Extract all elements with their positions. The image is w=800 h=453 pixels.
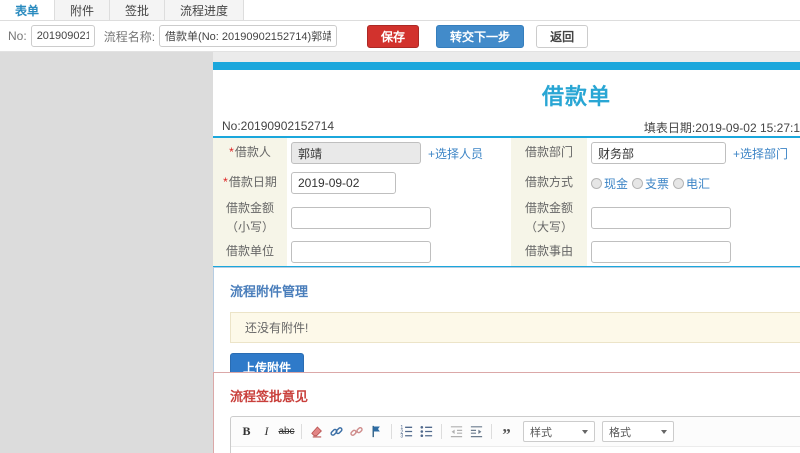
italic-icon[interactable]: I [257, 422, 276, 441]
no-attachments-message: 还没有附件! [230, 312, 800, 343]
link-icon[interactable] [327, 422, 346, 441]
radio-wire[interactable]: 电汇 [673, 175, 710, 192]
loan-reason-label: 借款事由 [524, 244, 573, 259]
rich-text-editor: B I abc 123 ” 样式 格式 [230, 416, 800, 453]
unlink-icon[interactable] [347, 422, 366, 441]
radio-wire-circle-icon[interactable] [673, 177, 685, 189]
loan-unit-label-cell: 借款单位 [213, 238, 287, 266]
unordered-list-icon[interactable] [417, 422, 436, 441]
chevron-down-icon [582, 429, 588, 434]
toolbar-separator [491, 424, 492, 439]
amount-lower-label-cell: 借款金额（小写） [213, 198, 287, 238]
borrower-label: 借款人 [234, 145, 271, 160]
loan-unit-input-cell [287, 238, 511, 266]
strikethrough-icon[interactable]: abc [277, 422, 296, 441]
department-label-cell: 借款部门 [511, 138, 587, 168]
style-dropdown[interactable]: 样式 [523, 421, 595, 442]
select-person-link[interactable]: +选择人员 [428, 145, 483, 162]
editor-content-area[interactable] [231, 447, 800, 453]
select-department-link[interactable]: +选择部门 [733, 145, 788, 162]
amount-lower-input[interactable] [291, 207, 431, 229]
loan-method-label: 借款方式 [524, 175, 573, 190]
outdent-icon[interactable] [447, 422, 466, 441]
toolbar-separator [301, 424, 302, 439]
radio-cash-circle-icon[interactable] [591, 177, 602, 189]
loan-unit-label: 借款单位 [225, 244, 274, 259]
blockquote-icon[interactable]: ” [497, 422, 516, 443]
svg-text:3: 3 [400, 434, 403, 439]
borrower-input-cell: +选择人员 [287, 138, 511, 168]
loan-method-label-cell: 借款方式 [511, 168, 587, 198]
radio-cheque[interactable]: 支票 [632, 175, 669, 192]
fill-date: 填表日期:2019-09-02 15:27:1 [643, 121, 800, 135]
ordered-list-icon[interactable]: 123 [397, 422, 416, 441]
anchor-flag-icon[interactable] [367, 422, 386, 441]
department-input[interactable] [591, 142, 726, 164]
toolbar-separator [441, 424, 442, 439]
tab-form[interactable]: 表单 [0, 0, 56, 20]
loan-reason-label-cell: 借款事由 [511, 238, 587, 266]
tab-attachment-label: 附件 [70, 3, 95, 18]
loan-form-card: 借款单 No:20190902152714 填表日期:2019-09-02 15… [213, 62, 800, 272]
radio-cash[interactable]: 现金 [591, 175, 628, 192]
process-name-label: 流程名称: [103, 29, 156, 44]
loan-method-options-cell: 现金 支票 电汇 [587, 168, 800, 198]
loan-date-input-cell [287, 168, 511, 198]
department-input-cell: +选择部门 [587, 138, 800, 168]
top-accent-bar [213, 62, 800, 70]
tab-approval[interactable]: 签批 [110, 0, 166, 20]
loan-date-label-cell: *借款日期 [213, 168, 287, 198]
borrower-label-cell: *借款人 [213, 138, 287, 168]
amount-upper-label: 借款金额（大写） [524, 200, 573, 234]
document-meta-row: No:20190902152714 填表日期:2019-09-02 15:27:… [213, 117, 800, 136]
back-button[interactable]: 返回 [536, 24, 589, 48]
tab-form-label: 表单 [15, 3, 40, 18]
loan-reason-input-cell [587, 238, 800, 266]
amount-upper-input[interactable] [591, 207, 731, 229]
radio-cheque-circle-icon[interactable] [632, 177, 644, 189]
amount-upper-label-cell: 借款金额（大写） [511, 198, 587, 238]
required-marker: * [223, 175, 228, 190]
attachments-heading: 流程附件管理 [230, 284, 309, 299]
borrower-input[interactable] [291, 142, 421, 164]
tab-progress-label: 流程进度 [180, 3, 229, 18]
amount-lower-label: 借款金额（小写） [225, 200, 274, 234]
loan-date-input[interactable] [291, 172, 396, 194]
header-toolbar: No: 流程名称: 保存 转交下一步 返回 [0, 21, 800, 52]
format-dropdown[interactable]: 格式 [602, 421, 674, 442]
next-step-button[interactable]: 转交下一步 [436, 24, 525, 48]
required-marker: * [229, 145, 234, 160]
editor-toolbar: B I abc 123 ” 样式 格式 [231, 417, 800, 447]
remove-format-icon[interactable] [307, 422, 326, 441]
radio-wire-label: 电汇 [686, 176, 711, 191]
radio-cheque-label: 支票 [645, 176, 670, 191]
tab-attachment[interactable]: 附件 [55, 0, 111, 20]
amount-upper-input-cell [587, 198, 800, 238]
loan-reason-input[interactable] [591, 241, 731, 263]
document-no: No:20190902152714 [222, 119, 335, 133]
approval-section: 流程签批意见 B I abc 123 ” 样式 格式 [213, 372, 800, 453]
loan-form-grid: *借款人 +选择人员 借款部门 +选择部门 *借款日期 借款方式 现金 [213, 138, 800, 266]
chevron-down-icon [661, 429, 667, 434]
no-input[interactable] [30, 25, 95, 47]
save-button[interactable]: 保存 [367, 24, 420, 48]
amount-lower-input-cell [287, 198, 511, 238]
tab-bar: 表单 附件 签批 流程进度 [0, 0, 800, 21]
tab-approval-label: 签批 [125, 3, 150, 18]
loan-unit-input[interactable] [291, 241, 431, 263]
department-label: 借款部门 [524, 145, 573, 160]
loan-date-label: 借款日期 [228, 175, 277, 190]
process-name-input[interactable] [159, 25, 338, 47]
no-label: No: [8, 29, 27, 43]
radio-cash-label: 现金 [604, 176, 629, 191]
indent-icon[interactable] [467, 422, 486, 441]
page-title: 借款单 [541, 84, 611, 109]
approval-heading: 流程签批意见 [230, 389, 309, 404]
toolbar-separator [391, 424, 392, 439]
format-dropdown-label: 格式 [609, 426, 631, 439]
style-dropdown-label: 样式 [530, 426, 552, 439]
bold-icon[interactable]: B [237, 422, 256, 441]
tab-progress[interactable]: 流程进度 [165, 0, 245, 20]
